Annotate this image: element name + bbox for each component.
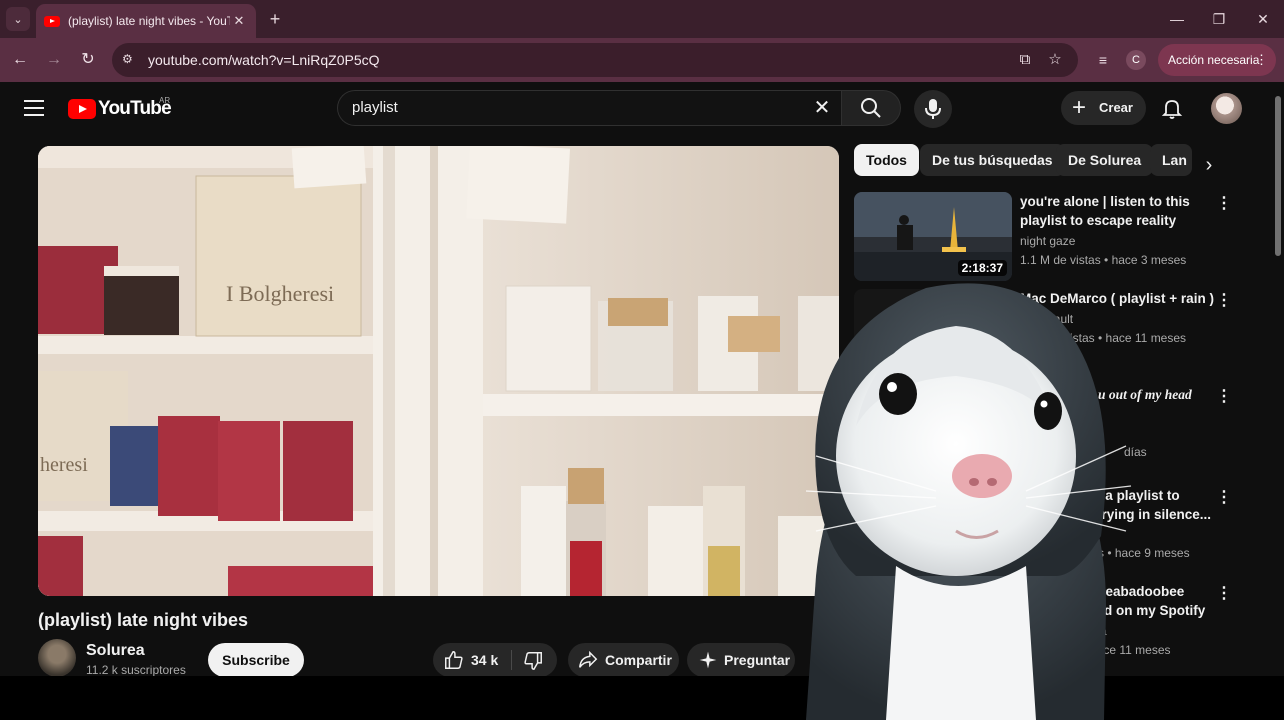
rec-more-icon-4[interactable]: ⋮: [1214, 488, 1234, 508]
restore-icon[interactable]: ❐: [1204, 8, 1234, 30]
tab-close-icon[interactable]: ✕: [230, 13, 248, 29]
media-queue-icon[interactable]: ≡: [1092, 49, 1114, 71]
country-code: AR: [159, 96, 171, 105]
ask-button[interactable]: Preguntar: [687, 643, 795, 677]
sparkle-icon: [699, 651, 717, 669]
plus-icon: +: [1072, 94, 1087, 121]
like-divider: [511, 650, 512, 670]
page-scrollbar[interactable]: [1272, 82, 1284, 677]
box-brand-text: I Bolgheresi: [226, 281, 334, 306]
url-text[interactable]: youtube.com/watch?v=LniRqZ0P5cQ: [148, 52, 380, 68]
browser-toolbar: ← → ↻ ⚙ youtube.com/watch?v=LniRqZ0P5cQ …: [0, 38, 1284, 82]
account-avatar[interactable]: [1211, 93, 1242, 124]
browser-menu-icon[interactable]: ⋮: [1255, 44, 1268, 76]
forward-arrow-icon[interactable]: →: [43, 49, 65, 71]
new-tab-plus-icon[interactable]: +: [264, 8, 286, 30]
video-title: (playlist) late night vibes: [38, 610, 249, 630]
window-close-icon[interactable]: ✕: [1248, 8, 1278, 30]
chip-de-solurea[interactable]: De Solurea: [1056, 144, 1154, 176]
rec-more-icon-1[interactable]: ⋮: [1214, 194, 1234, 214]
rec-thumbnail-1[interactable]: 2:18:37: [854, 192, 1012, 281]
share-label: Compartir: [605, 652, 672, 668]
youtube-favicon-icon: [44, 15, 60, 27]
video-player[interactable]: I Bolgheresi heresi: [38, 146, 839, 596]
chip-lan[interactable]: Lan: [1150, 144, 1192, 176]
rec-more-icon-3[interactable]: ⋮: [1214, 387, 1234, 407]
install-app-icon[interactable]: ⧉: [1016, 51, 1034, 69]
clear-search-icon[interactable]: ✕: [809, 95, 835, 121]
subscribe-button[interactable]: Subscribe: [208, 643, 304, 677]
share-arrow-icon: [579, 650, 598, 668]
search-button[interactable]: [841, 90, 901, 126]
rec-duration: 2:18:37: [957, 260, 1007, 276]
subscriber-count: 11.2 k suscriptores: [86, 663, 186, 677]
scrollbar-thumb[interactable]: [1275, 96, 1281, 256]
channel-name[interactable]: Solurea: [86, 642, 145, 660]
reload-icon[interactable]: ↻: [77, 49, 99, 71]
share-button[interactable]: Compartir: [568, 643, 679, 677]
rec-meta-1: 1.1 M de vistas • hace 3 meses: [1020, 253, 1187, 267]
voice-search-button[interactable]: [914, 90, 952, 128]
tab-title: (playlist) late night vibes - YouTube: [68, 14, 230, 28]
chip-todos[interactable]: Todos: [854, 144, 919, 176]
browser-tab-bar: ⌄ (playlist) late night vibes - YouTube …: [0, 0, 1284, 38]
like-dislike-group: 34 k: [433, 643, 557, 677]
rat-hoodie-overlay: [805, 283, 1132, 720]
bookmark-star-icon[interactable]: ☆: [1046, 51, 1064, 69]
ask-label: Preguntar: [724, 652, 791, 668]
chip-de-tus-busquedas[interactable]: De tus búsquedas: [920, 144, 1065, 176]
tab-search-chevron-icon[interactable]: ⌄: [6, 7, 30, 31]
dislike-thumb-icon[interactable]: [522, 650, 544, 672]
chips-next-chevron-icon[interactable]: ›: [1196, 152, 1222, 178]
browser-tab-active[interactable]: (playlist) late night vibes - YouTube ✕: [36, 4, 256, 38]
back-arrow-icon[interactable]: ←: [9, 49, 31, 71]
like-count[interactable]: 34 k: [471, 652, 498, 668]
rec-channel-1[interactable]: night gaze: [1020, 234, 1075, 248]
rec-title-1[interactable]: you're alone | listen to this playlist t…: [1020, 192, 1216, 230]
box-brand-partial-text: heresi: [40, 454, 88, 476]
like-thumb-icon[interactable]: [443, 649, 465, 671]
microphone-icon: [925, 99, 941, 119]
profile-avatar[interactable]: C: [1126, 50, 1146, 70]
action-needed-button[interactable]: Acción necesaria ⋮: [1158, 44, 1276, 76]
rec-more-icon-2[interactable]: ⋮: [1214, 291, 1234, 311]
notifications-bell-icon[interactable]: [1160, 96, 1184, 120]
create-button[interactable]: + Crear: [1061, 91, 1146, 125]
address-bar[interactable]: ⚙ youtube.com/watch?v=LniRqZ0P5cQ ⧉ ☆: [112, 43, 1078, 77]
site-settings-icon[interactable]: ⚙: [122, 52, 138, 68]
menu-hamburger-icon[interactable]: [24, 100, 44, 116]
channel-avatar[interactable]: [38, 639, 76, 677]
rec-more-icon-5[interactable]: ⋮: [1214, 584, 1234, 604]
create-label: Crear: [1099, 100, 1133, 115]
youtube-play-logo-icon: [68, 99, 96, 119]
search-box[interactable]: ✕: [337, 90, 841, 126]
search-input[interactable]: [352, 99, 792, 116]
minimize-icon[interactable]: —: [1162, 8, 1192, 30]
video-frame: I Bolgheresi heresi: [38, 146, 839, 596]
search-icon: [861, 98, 881, 118]
youtube-logo[interactable]: YouTube: [68, 98, 172, 120]
action-needed-label: Acción necesaria: [1168, 53, 1260, 67]
